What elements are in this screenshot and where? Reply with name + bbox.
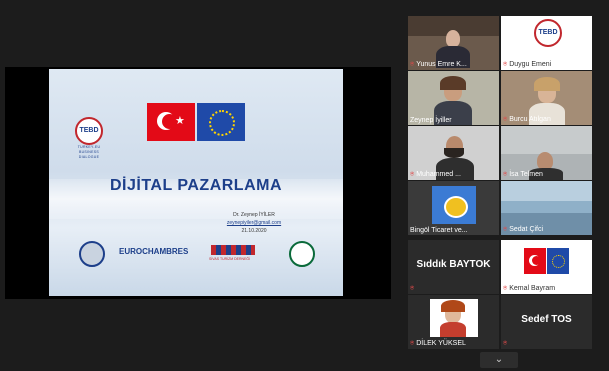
participant-name: ⍟ Muhammed ... [410, 171, 461, 178]
participant-name: Bingöl Ticaret ve... [410, 227, 468, 234]
mic-muted-icon: ⍟ [503, 61, 508, 68]
participant-tile[interactable]: TEBD ⍟ Duygu Emeni [501, 16, 592, 70]
participant-display-name: Sedef TOS [521, 314, 572, 325]
mic-muted-icon: ⍟ [410, 61, 415, 68]
mic-muted-icon: ⍟ [503, 226, 508, 233]
gallery-scroll-down-button[interactable]: ⌄ [480, 352, 518, 368]
mic-muted-icon: ⍟ [503, 340, 508, 347]
participant-name: ⍟ Burcu Atılgan [503, 116, 551, 123]
eu-flag-icon [547, 248, 569, 274]
participant-tile[interactable]: ⍟ İsa Telmen [501, 126, 592, 180]
tebd-logo-sub-3: DIALOGUE [78, 155, 100, 159]
participant-name: ⍟ DİLEK YÜKSEL [410, 340, 466, 347]
round-seal-logo [79, 241, 105, 267]
participant-name: Zeynep İyiller [410, 117, 452, 124]
mic-muted-icon: ⍟ [503, 171, 508, 178]
flags-logo: ★ [147, 103, 245, 141]
participant-name: ⍟ İsa Telmen [503, 171, 543, 178]
slide-presenter-block: Dr. Zeynep İYİLER zeynepiyiler@gmail.com… [199, 211, 309, 235]
participant-tile[interactable]: ⍟ Sedat Çifci [501, 181, 592, 235]
mic-muted-icon: ⍟ [503, 285, 508, 292]
presentation-date: 21.10.2020 [241, 228, 267, 234]
participant-mic-status: ⍟ [410, 285, 416, 293]
tebd-logo-mark: TEBD [75, 117, 103, 145]
presentation-slide: TEBD TURKEY-EU BUSINESS DIALOGUE ★ DİJİT… [49, 69, 343, 296]
chamber-seal-logo [289, 241, 315, 267]
presenter-email: zeynepiyiler@gmail.com [226, 220, 282, 226]
participant-mic-status: ⍟ [503, 340, 509, 348]
mic-muted-icon: ⍟ [410, 285, 415, 292]
partner-logos: EUROCHAMBRES SİVAS TURİZM DERNEĞİ [49, 241, 343, 269]
tourism-association-logo [211, 245, 255, 255]
turkey-flag-icon: ★ [147, 103, 195, 141]
eurochambres-logo: EUROCHAMBRES [119, 247, 189, 256]
participant-name: ⍟ Duygu Emeni [503, 61, 552, 68]
eu-flag-icon [197, 103, 245, 141]
mic-muted-icon: ⍟ [410, 171, 415, 178]
participant-display-name: Sıddık BAYTOK [416, 259, 491, 270]
participant-tile[interactable]: ⍟ Burcu Atılgan [501, 71, 592, 125]
slide-title: DİJİTAL PAZARLAMA [109, 177, 283, 194]
participant-name: ⍟ Yunus Emre K... [410, 61, 467, 68]
presenter-name: Dr. Zeynep İYİLER [233, 212, 275, 218]
participant-name: ⍟ Kemal Bayram [503, 285, 556, 292]
participant-tile[interactable]: Sedef TOS ⍟ [501, 295, 592, 349]
tourism-association-label: SİVAS TURİZM DERNEĞİ [209, 257, 251, 261]
participant-tile[interactable]: ⍟ DİLEK YÜKSEL [408, 295, 499, 349]
participant-tile-active-speaker[interactable]: Zeynep İyiller [408, 71, 499, 125]
participant-tile[interactable]: ⍟ Kemal Bayram [501, 240, 592, 294]
participant-tile[interactable]: ⍟ Yunus Emre K... [408, 16, 499, 70]
mic-muted-icon: ⍟ [503, 116, 508, 123]
turkey-flag-icon [524, 248, 546, 274]
participant-tile[interactable]: Bingöl Ticaret ve... [408, 181, 499, 235]
participant-name: ⍟ Sedat Çifci [503, 226, 544, 233]
tebd-avatar-logo: TEBD [534, 19, 562, 47]
participant-tile[interactable]: ⍟ Muhammed ... [408, 126, 499, 180]
mic-muted-icon: ⍟ [410, 340, 415, 347]
chevron-down-icon: ⌄ [494, 354, 504, 365]
tebd-logo: TEBD TURKEY-EU BUSINESS DIALOGUE [73, 117, 105, 177]
participant-tile[interactable]: Sıddık BAYTOK ⍟ [408, 240, 499, 294]
chamber-profile-image [432, 186, 476, 224]
